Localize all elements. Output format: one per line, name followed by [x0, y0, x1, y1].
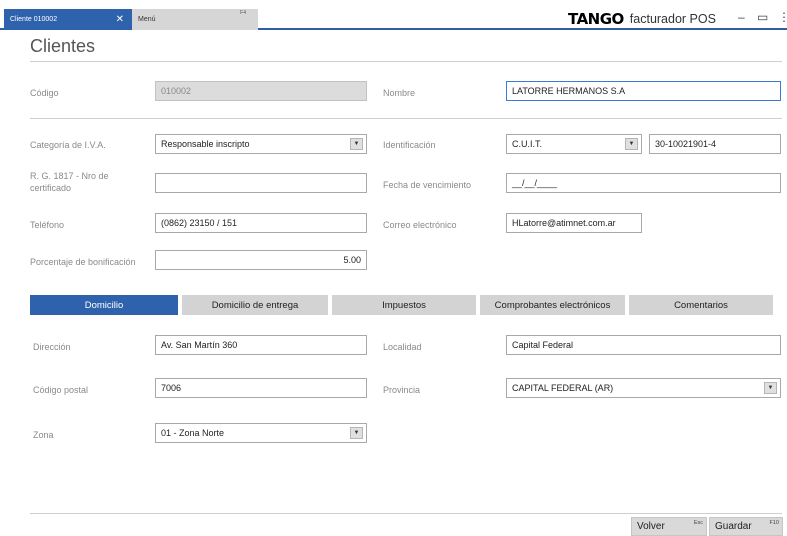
- venc-date-field[interactable]: __/__/____: [506, 173, 781, 193]
- codigo-label: Código: [30, 88, 59, 98]
- codigo-field: 010002: [155, 81, 367, 101]
- ident-number-field[interactable]: 30-10021901-4: [649, 134, 781, 154]
- tab-cliente-label: Cliente 010002: [10, 16, 58, 23]
- iva-label: Categoría de I.V.A.: [30, 140, 106, 150]
- tab-comprobantes[interactable]: Comprobantes electrónicos: [480, 295, 625, 315]
- more-icon[interactable]: ⋮: [778, 10, 787, 24]
- ident-type-value: C.U.I.T.: [512, 139, 543, 149]
- provincia-select[interactable]: CAPITAL FEDERAL (AR) ▼: [506, 378, 781, 398]
- tab-menu-key: F4: [240, 10, 246, 16]
- venc-label: Fecha de vencimiento: [383, 180, 472, 190]
- rg-field[interactable]: [155, 173, 367, 193]
- volver-key: Esc: [693, 520, 703, 526]
- email-label: Correo electrónico: [383, 220, 457, 230]
- maximize-icon[interactable]: ▭: [757, 10, 768, 24]
- guardar-button-label: Guardar: [715, 521, 752, 532]
- iva-select[interactable]: Responsable inscripto ▼: [155, 134, 367, 154]
- divider: [30, 61, 782, 62]
- chevron-down-icon[interactable]: ▼: [625, 138, 638, 150]
- chevron-down-icon[interactable]: ▼: [350, 138, 363, 150]
- page-title: Clientes: [30, 36, 96, 56]
- tel-label: Teléfono: [30, 220, 65, 230]
- chevron-down-icon[interactable]: ▼: [350, 427, 363, 439]
- volver-button-label: Volver: [637, 521, 665, 532]
- direccion-field[interactable]: Av. San Martín 360: [155, 335, 367, 355]
- guardar-button[interactable]: Guardar F10: [709, 517, 783, 536]
- close-icon[interactable]: ✕: [116, 14, 124, 25]
- localidad-label: Localidad: [383, 342, 422, 352]
- tab-domicilio-entrega[interactable]: Domicilio de entrega: [182, 295, 328, 315]
- bonif-field[interactable]: 5.00: [155, 250, 367, 270]
- guardar-key: F10: [769, 520, 779, 526]
- tango-logo: TANGO: [568, 10, 624, 28]
- cp-label: Código postal: [33, 385, 89, 395]
- ident-label: Identificación: [383, 140, 436, 150]
- tab-comentarios[interactable]: Comentarios: [629, 295, 773, 315]
- provincia-select-value: CAPITAL FEDERAL (AR): [512, 383, 614, 393]
- tab-impuestos[interactable]: Impuestos: [332, 295, 476, 315]
- tab-menu[interactable]: Menú F4: [132, 9, 258, 30]
- zona-label: Zona: [33, 430, 54, 440]
- localidad-field[interactable]: Capital Federal: [506, 335, 781, 355]
- provincia-label: Provincia: [383, 385, 421, 395]
- iva-select-value: Responsable inscripto: [161, 139, 250, 149]
- nombre-label: Nombre: [383, 88, 416, 98]
- ident-type-select[interactable]: C.U.I.T. ▼: [506, 134, 642, 154]
- chevron-down-icon[interactable]: ▼: [764, 382, 777, 394]
- rg-label: R. G. 1817 - Nro de certificado: [30, 171, 109, 193]
- zona-select-value: 01 - Zona Norte: [161, 428, 225, 438]
- cp-field[interactable]: 7006: [155, 378, 367, 398]
- email-field[interactable]: HLatorre@atimnet.com.ar: [506, 213, 642, 233]
- zona-select[interactable]: 01 - Zona Norte ▼: [155, 423, 367, 443]
- title-bar: Cliente 010002 ✕ Menú F4 TANGO facturado…: [0, 0, 787, 30]
- tel-field[interactable]: (0862) 23150 / 151: [155, 213, 367, 233]
- tab-menu-label: Menú: [138, 16, 156, 23]
- brand: TANGO facturador POS: [568, 10, 716, 28]
- minimize-icon[interactable]: –: [738, 10, 745, 24]
- direccion-label: Dirección: [33, 342, 71, 352]
- divider: [30, 118, 782, 119]
- product-name: facturador POS: [629, 12, 716, 26]
- divider: [30, 513, 782, 514]
- bonif-label: Porcentaje de bonificación: [30, 257, 136, 267]
- volver-button[interactable]: Volver Esc: [631, 517, 707, 536]
- tab-cliente[interactable]: Cliente 010002 ✕: [4, 9, 132, 30]
- tab-domicilio[interactable]: Domicilio: [30, 295, 178, 315]
- nombre-field[interactable]: LATORRE HERMANOS S.A: [506, 81, 781, 101]
